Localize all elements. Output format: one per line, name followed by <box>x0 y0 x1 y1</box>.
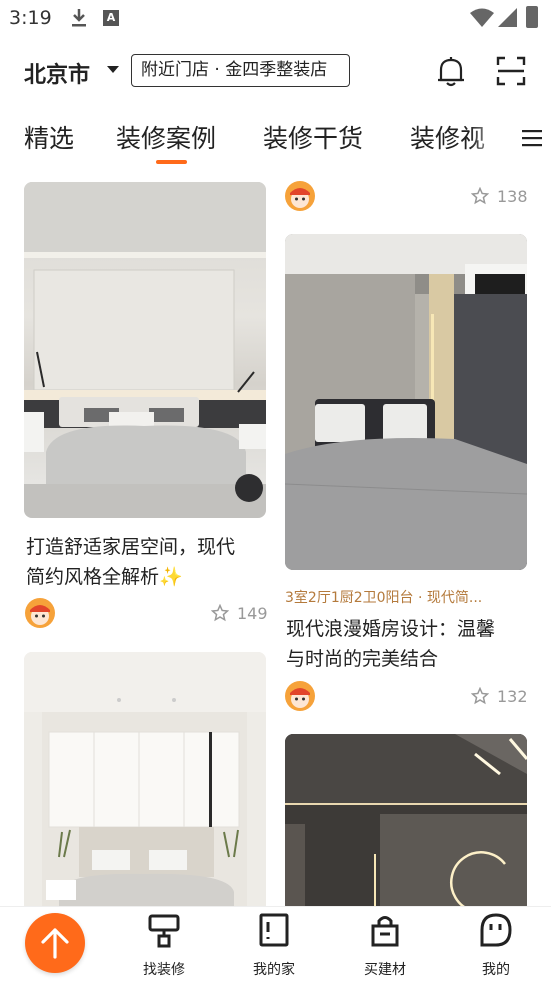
tab-featured[interactable]: 精选 <box>24 119 74 155</box>
wifi-icon <box>470 8 494 27</box>
case-title-line: 现代浪漫婚房设计：温馨 <box>286 618 496 640</box>
bell-icon[interactable] <box>436 56 466 88</box>
avatar[interactable] <box>25 598 55 628</box>
shopping-bag-icon <box>371 916 399 947</box>
store-selector[interactable]: 附近门店 · 金四季整装店 <box>131 54 350 87</box>
avatar[interactable] <box>285 181 315 211</box>
case-image[interactable] <box>285 734 527 912</box>
star-icon[interactable] <box>471 187 489 205</box>
case-image[interactable] <box>24 182 266 518</box>
nav-label: 我的家 <box>253 962 295 978</box>
city-selector[interactable]: 北京市 <box>24 57 90 89</box>
tab-renovation-cases[interactable]: 装修案例 <box>116 119 216 155</box>
tab-fade <box>470 112 520 160</box>
star-icon[interactable] <box>211 604 229 622</box>
scan-icon[interactable] <box>496 56 526 86</box>
case-title-line: 与时尚的完美结合 <box>286 648 439 670</box>
like-count: 132 <box>497 687 528 706</box>
case-meta: 3室2厅1厨2卫0阳台 · 现代简... <box>285 590 483 606</box>
like-count: 138 <box>497 187 528 206</box>
download-icon <box>72 9 86 27</box>
scroll-to-top-button[interactable] <box>25 913 85 973</box>
case-title[interactable]: 现代浪漫婚房设计：温馨 与时尚的完美结合 <box>286 614 526 674</box>
nav-label: 找装修 <box>143 962 185 978</box>
case-title-line: 简约风格全解析✨ <box>26 566 183 588</box>
arrow-up-icon <box>41 928 69 959</box>
chevron-down-icon[interactable] <box>107 66 119 73</box>
case-image[interactable] <box>24 652 266 912</box>
battery-icon <box>526 6 538 28</box>
smiley-icon <box>480 913 512 947</box>
case-title[interactable]: 打造舒适家居空间，现代 简约风格全解析✨ <box>26 532 266 592</box>
door-icon <box>259 913 289 947</box>
paint-roller-icon <box>148 914 180 948</box>
nav-label: 买建材 <box>364 962 406 978</box>
nav-label: 我的 <box>482 962 510 978</box>
case-image[interactable] <box>285 234 527 570</box>
app-notification-icon: A <box>103 10 119 26</box>
signal-icon <box>498 8 517 27</box>
tab-renovation-tips[interactable]: 装修干货 <box>263 119 363 155</box>
avatar[interactable] <box>285 681 315 711</box>
menu-icon[interactable] <box>522 129 542 147</box>
like-count: 149 <box>237 604 268 623</box>
tab-active-indicator <box>156 160 187 164</box>
star-icon[interactable] <box>471 687 489 705</box>
status-time: 3:19 <box>9 7 52 29</box>
status-bar: 3:19 A <box>0 0 551 38</box>
case-title-line: 打造舒适家居空间，现代 <box>26 536 236 558</box>
